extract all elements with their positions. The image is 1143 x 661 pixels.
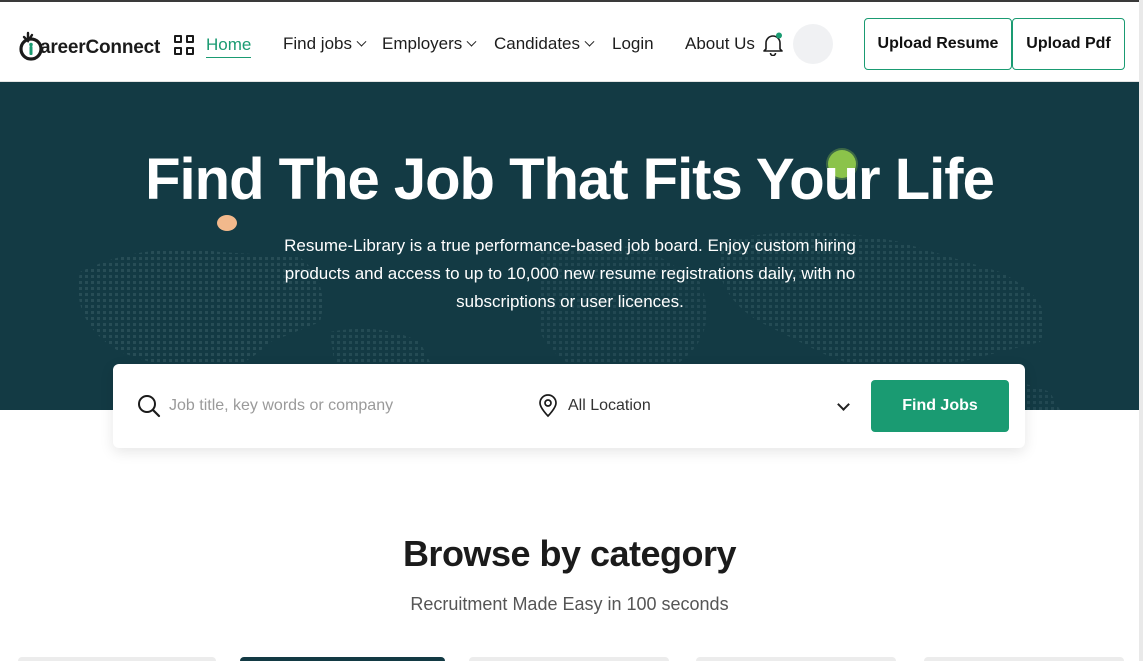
nav-employers[interactable]: Employers <box>382 32 477 56</box>
category-card[interactable] <box>696 657 896 661</box>
find-jobs-button[interactable]: Find Jobs <box>871 380 1009 432</box>
nav-about-us-label: About Us <box>685 34 755 53</box>
nav-candidates-label: Candidates <box>494 34 581 53</box>
chevron-down-icon <box>466 36 477 47</box>
nav-login-label: Login <box>612 34 654 53</box>
nav-home[interactable]: Home <box>206 32 252 58</box>
nav-about-us[interactable]: About Us <box>685 32 755 56</box>
nav-find-jobs[interactable]: Find jobs <box>283 32 367 56</box>
category-card[interactable] <box>924 657 1124 661</box>
decorative-blob-orange <box>217 215 237 231</box>
hero-description: Resume-Library is a true performance-bas… <box>284 236 856 311</box>
hero-section: Find The Job That Fits Your Life Resume-… <box>0 82 1139 410</box>
grid-icon[interactable] <box>174 35 194 55</box>
site-logo[interactable]: areerConnect <box>18 27 160 61</box>
nav-find-jobs-label: Find jobs <box>283 34 352 53</box>
location-select[interactable]: All Location <box>568 397 651 415</box>
category-card[interactable] <box>240 657 445 661</box>
nav-home-label: Home <box>206 34 252 54</box>
location-pin-icon <box>537 394 559 418</box>
search-icon <box>137 394 161 418</box>
logo-icon <box>18 31 44 61</box>
logo-text: areerConnect <box>40 37 161 58</box>
category-card[interactable] <box>469 657 669 661</box>
job-search-bar: All Location Find Jobs <box>113 364 1025 448</box>
upload-resume-button[interactable]: Upload Resume <box>864 18 1012 70</box>
nav-login[interactable]: Login <box>612 32 654 56</box>
scrollbar-track[interactable] <box>1139 0 1143 661</box>
nav-candidates[interactable]: Candidates <box>494 32 595 56</box>
upload-pdf-button[interactable]: Upload Pdf <box>1012 18 1125 70</box>
nav-employers-label: Employers <box>382 34 463 53</box>
browse-category-subtitle: Recruitment Made Easy in 100 seconds <box>410 594 729 614</box>
chevron-down-icon[interactable] <box>837 398 850 411</box>
hero-title: Find The Job That Fits Your Life <box>145 147 995 212</box>
site-header: areerConnect Home Find jobs Employers Ca… <box>0 2 1139 82</box>
browse-category-title: Browse by category <box>402 533 737 574</box>
chevron-down-icon <box>584 36 595 47</box>
bell-icon[interactable] <box>762 32 784 57</box>
chevron-down-icon <box>356 36 367 47</box>
search-input[interactable] <box>169 390 499 422</box>
category-card[interactable] <box>18 657 216 661</box>
avatar[interactable] <box>793 24 833 64</box>
